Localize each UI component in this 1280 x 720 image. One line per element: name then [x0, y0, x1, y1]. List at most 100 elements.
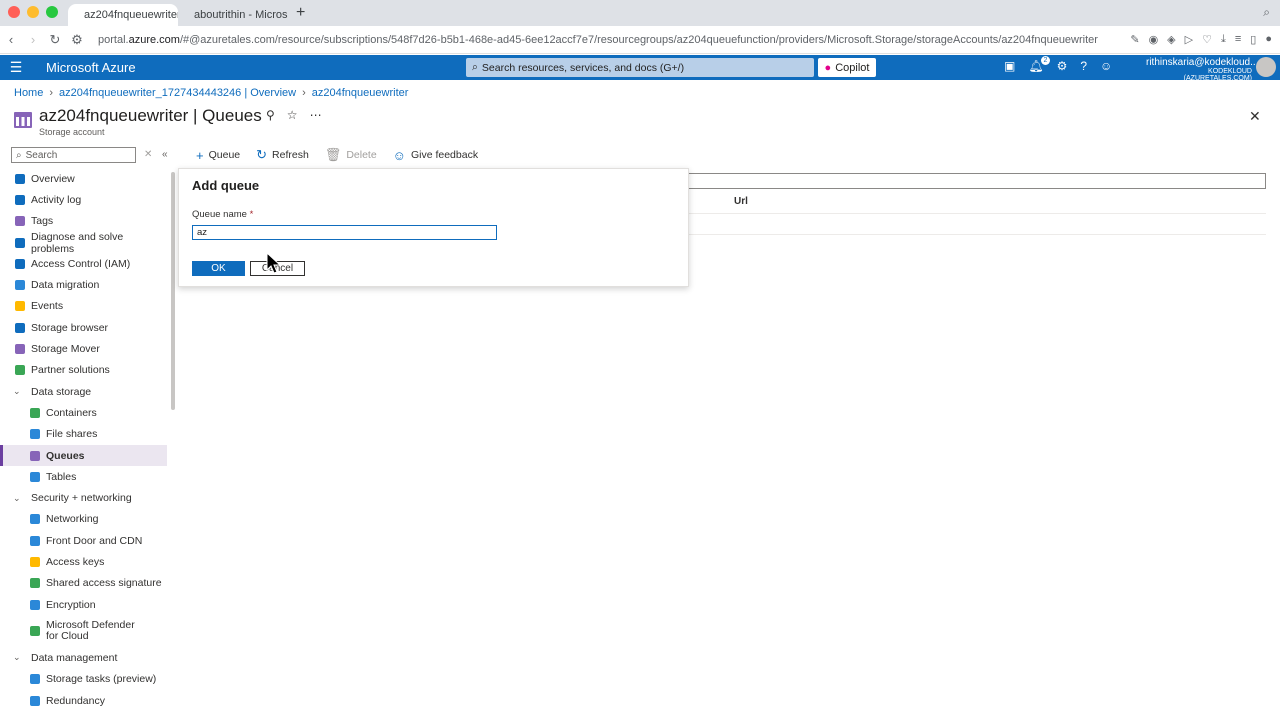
- site-info-icon[interactable]: ⚙: [66, 32, 88, 48]
- feedback-icon[interactable]: ☺: [1100, 59, 1112, 73]
- profile-icon[interactable]: ●: [1265, 33, 1272, 46]
- close-window-button[interactable]: [8, 6, 20, 18]
- url-field[interactable]: portal.azure.com/#@azuretales.com/resour…: [98, 34, 1098, 46]
- help-icon[interactable]: ?: [1080, 59, 1087, 73]
- minimize-window-button[interactable]: [27, 6, 39, 18]
- settings-icon[interactable]: ⚙: [1057, 59, 1068, 73]
- file-shares-icon: [30, 429, 40, 440]
- add-queue-button[interactable]: + Queue: [196, 148, 240, 163]
- refresh-label: Refresh: [272, 149, 309, 161]
- sidebar-group-data-management[interactable]: ⌄ Data management: [0, 647, 167, 668]
- shield-icon[interactable]: ◈: [1167, 33, 1175, 46]
- diagnose-and-solve-problems-icon: [15, 237, 25, 248]
- edit-icon[interactable]: ✎: [1130, 33, 1139, 46]
- more-options-icon[interactable]: ⋯: [310, 108, 322, 122]
- copilot-button[interactable]: ● Copilot: [818, 58, 876, 77]
- sidebar-item-overview[interactable]: Overview: [0, 168, 167, 189]
- close-blade-icon[interactable]: ✕: [1249, 108, 1261, 125]
- sidebar-item-redundancy[interactable]: Redundancy: [0, 690, 167, 711]
- title-actions: ⚲ ☆ ⋯: [266, 108, 322, 122]
- notification-badge: 2: [1041, 56, 1050, 65]
- sidebar-item-label: Partner solutions: [31, 364, 110, 377]
- sidebar-item-activity-log[interactable]: Activity log: [0, 189, 167, 210]
- sidebar-item-networking[interactable]: Networking: [0, 509, 167, 530]
- sidebar-item-events[interactable]: Events: [0, 296, 167, 317]
- pin-icon[interactable]: ⚲: [266, 108, 275, 122]
- sidebar-item-front-door-and-cdn[interactable]: Front Door and CDN: [0, 530, 167, 551]
- menu-icon[interactable]: ≡: [1235, 33, 1241, 46]
- browser-tab-1[interactable]: az204fnqueuewriter - M ✕: [68, 4, 178, 26]
- back-icon[interactable]: ‹: [0, 32, 22, 47]
- chevron-down-icon: ⌄: [13, 386, 21, 397]
- sidebar-item-encryption[interactable]: Encryption: [0, 594, 167, 615]
- breadcrumb: Home › az204fnqueuewriter_1727434443246 …: [14, 87, 408, 99]
- azure-brand[interactable]: Microsoft Azure: [46, 60, 136, 75]
- reload-icon[interactable]: ↻: [44, 32, 66, 48]
- access-keys-icon: [30, 557, 40, 568]
- microsoft-defender-for-cloud-icon: [30, 626, 40, 637]
- sidebar-item-label: Redundancy: [46, 694, 105, 707]
- ok-button[interactable]: OK: [192, 261, 245, 276]
- add-queue-dialog: Add queue Queue name * OK Cancel: [178, 168, 689, 287]
- sidebar-item-containers[interactable]: Containers: [0, 402, 167, 423]
- sidebar-item-partner-solutions[interactable]: Partner solutions: [0, 360, 167, 381]
- forward-icon[interactable]: ›: [22, 32, 44, 47]
- overview-icon: [15, 173, 25, 184]
- queue-filter-input[interactable]: [686, 173, 1266, 189]
- refresh-button[interactable]: ↻ Refresh: [256, 147, 309, 163]
- url-column-header[interactable]: Url: [734, 196, 748, 207]
- breadcrumb-overview[interactable]: az204fnqueuewriter_1727434443246 | Overv…: [59, 87, 296, 99]
- tab-search-icon[interactable]: ⌕: [1253, 5, 1280, 26]
- copilot-icon: ●: [824, 61, 832, 74]
- tab-title: aboutrithin - Microsoft A: [194, 9, 288, 21]
- browser-tab-2[interactable]: aboutrithin - Microsoft A: [178, 4, 288, 26]
- sidebar-item-diagnose-and-solve-problems[interactable]: Diagnose and solve problems: [0, 231, 167, 255]
- list-divider: [686, 213, 1266, 214]
- sidebar-item-access-control-iam[interactable]: Access Control (IAM): [0, 253, 167, 274]
- breadcrumb-account[interactable]: az204fnqueuewriter: [312, 87, 409, 99]
- hamburger-menu-icon[interactable]: ☰: [0, 59, 32, 76]
- sidebar-item-tables[interactable]: Tables: [0, 466, 167, 487]
- sidebar-item-label: Access Control (IAM): [31, 257, 131, 270]
- delete-label: Delete: [346, 149, 377, 161]
- sidebar-item-storage-browser[interactable]: Storage browser: [0, 317, 167, 338]
- dialog-title: Add queue: [192, 178, 260, 193]
- maximize-window-button[interactable]: [46, 6, 58, 18]
- feedback-label: Give feedback: [410, 149, 479, 161]
- global-search-input[interactable]: ⌕ Search resources, services, and docs (…: [466, 58, 814, 77]
- queue-name-input[interactable]: [192, 225, 497, 240]
- give-feedback-button[interactable]: ☺ Give feedback: [393, 148, 478, 163]
- sidebar-item-tags[interactable]: Tags: [0, 211, 167, 232]
- new-tab-icon[interactable]: +: [288, 4, 313, 26]
- sidebar-item-file-shares[interactable]: File shares: [0, 424, 167, 445]
- sidebar-item-data-migration[interactable]: Data migration: [0, 275, 167, 296]
- heart-icon[interactable]: ♡: [1202, 33, 1212, 46]
- sidebar-item-access-keys[interactable]: Access keys: [0, 551, 167, 572]
- camera-icon[interactable]: ◉: [1149, 33, 1159, 46]
- account-info[interactable]: rithinskaria@kodekloud.... KODEKLOUD (AZ…: [1146, 57, 1261, 82]
- sidebar-item-storage-mover[interactable]: Storage Mover: [0, 338, 167, 359]
- sidebar-group-security-networking[interactable]: ⌄ Security + networking: [0, 488, 167, 509]
- sidebar-item-shared-access-signature[interactable]: Shared access signature: [0, 573, 167, 594]
- sidebar-icon[interactable]: ▯: [1250, 33, 1256, 46]
- cloud-shell-icon[interactable]: ▣: [1004, 59, 1015, 73]
- favorite-star-icon[interactable]: ☆: [287, 108, 298, 122]
- sidebar-item-microsoft-defender-for-cloud[interactable]: Microsoft Defender for Cloud: [0, 615, 167, 647]
- sidebar-scrollbar[interactable]: [171, 172, 175, 410]
- delete-button[interactable]: 🗑︎ Delete: [325, 147, 377, 163]
- breadcrumb-home[interactable]: Home: [14, 87, 43, 99]
- breadcrumb-separator-icon: ›: [49, 87, 54, 99]
- download-icon[interactable]: ⤓: [1221, 33, 1226, 46]
- sidebar-group-data-storage[interactable]: ⌄ Data storage: [0, 381, 167, 402]
- sidebar-search-input[interactable]: ⌕ Search: [11, 147, 136, 163]
- access-control-iam-icon: [15, 258, 25, 269]
- play-icon[interactable]: ▷: [1185, 33, 1193, 46]
- avatar[interactable]: [1256, 57, 1276, 77]
- sidebar-item-label: File shares: [46, 428, 98, 441]
- sidebar-item-queues[interactable]: Queues: [0, 444, 167, 467]
- clear-filter-icon[interactable]: ✕: [144, 149, 152, 160]
- sidebar-item-label: Tables: [46, 470, 77, 483]
- url-path: /#@azuretales.com/resource/subscriptions…: [179, 33, 1098, 46]
- sidebar-item-storage-tasks-preview[interactable]: Storage tasks (preview): [0, 669, 167, 690]
- collapse-sidebar-icon[interactable]: «: [162, 149, 168, 160]
